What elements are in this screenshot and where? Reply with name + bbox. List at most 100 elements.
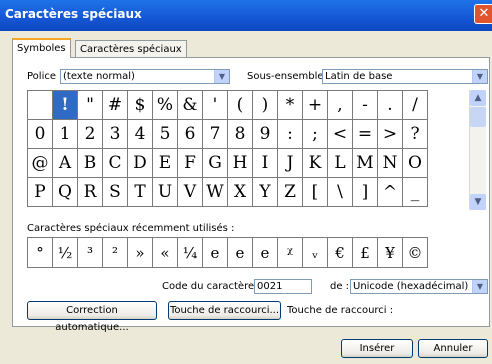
- symbol-cell[interactable]: K: [302, 148, 328, 178]
- symbol-cell[interactable]: Q: [52, 177, 78, 207]
- symbol-cell[interactable]: I: [252, 148, 278, 178]
- arrow-up-icon[interactable]: ▲: [470, 90, 486, 106]
- symbol-cell[interactable]: S: [102, 177, 128, 207]
- symbol-cell[interactable]: ^: [377, 177, 403, 207]
- symbol-cell[interactable]: T: [127, 177, 153, 207]
- symbol-cell[interactable]: D: [127, 148, 153, 178]
- symbol-cell[interactable]: ;: [302, 119, 328, 149]
- recent-symbol-cell[interactable]: e: [202, 237, 228, 268]
- symbol-grid-scrollbar[interactable]: ▲ ▼: [469, 90, 486, 210]
- symbol-cell[interactable]: ]: [352, 177, 378, 207]
- cancel-button[interactable]: Annuler: [418, 339, 488, 358]
- recent-symbol-cell[interactable]: £: [352, 237, 378, 268]
- symbol-cell[interactable]: %: [152, 90, 178, 120]
- symbol-cell[interactable]: .: [377, 90, 403, 120]
- symbol-cell[interactable]: &: [177, 90, 203, 120]
- symbol-cell[interactable]: #: [102, 90, 128, 120]
- symbol-cell[interactable]: J: [277, 148, 303, 178]
- symbol-cell[interactable]: ,: [327, 90, 353, 120]
- symbol-cell[interactable]: 5: [152, 119, 178, 149]
- symbol-cell[interactable]: A: [52, 148, 78, 178]
- recent-symbol-cell[interactable]: ²: [102, 237, 128, 268]
- symbol-cell[interactable]: V: [177, 177, 203, 207]
- symbol-cell[interactable]: N: [377, 148, 403, 178]
- chevron-down-icon[interactable]: ▼: [472, 280, 487, 293]
- chevron-down-icon[interactable]: ▼: [472, 70, 487, 83]
- recent-symbol-cell[interactable]: ¼: [177, 237, 203, 268]
- symbol-cell[interactable]: $: [127, 90, 153, 120]
- recent-symbol-cell[interactable]: ᵥ: [302, 237, 328, 268]
- symbol-cell[interactable]: -: [352, 90, 378, 120]
- symbol-cell[interactable]: H: [227, 148, 253, 178]
- symbol-cell[interactable]: Y: [252, 177, 278, 207]
- symbol-cell[interactable]: 8: [227, 119, 253, 149]
- font-select-value: (texte normal): [63, 71, 135, 82]
- symbol-cell[interactable]: =: [352, 119, 378, 149]
- symbol-cell[interactable]: @: [27, 148, 53, 178]
- symbol-cell[interactable]: 1: [52, 119, 78, 149]
- symbol-cell[interactable]: 6: [177, 119, 203, 149]
- tab-caracteres-speciaux[interactable]: Caractères spéciaux: [75, 40, 187, 57]
- insert-button[interactable]: Insérer: [341, 339, 413, 358]
- symbol-cell[interactable]: 4: [127, 119, 153, 149]
- symbol-cell[interactable]: L: [327, 148, 353, 178]
- symbol-cell[interactable]: 7: [202, 119, 228, 149]
- recent-symbol-cell[interactable]: ᵡ: [277, 237, 303, 268]
- symbol-cell[interactable]: G: [202, 148, 228, 178]
- chevron-down-icon[interactable]: ▼: [214, 70, 229, 83]
- recent-symbol-cell[interactable]: ³: [77, 237, 103, 268]
- symbol-cell[interactable]: +: [302, 90, 328, 120]
- recent-symbol-cell[interactable]: e: [252, 237, 278, 268]
- symbol-cell[interactable]: C: [102, 148, 128, 178]
- shortcut-key-button[interactable]: Touche de raccourci...: [168, 301, 281, 320]
- recent-symbol-cell[interactable]: «: [152, 237, 178, 268]
- symbol-cell[interactable]: _: [402, 177, 428, 207]
- symbol-cell-selected[interactable]: !: [52, 90, 78, 120]
- symbol-cell[interactable]: W: [202, 177, 228, 207]
- close-icon[interactable]: ✕: [474, 4, 492, 24]
- symbol-cell[interactable]: /: [402, 90, 428, 120]
- symbol-cell[interactable]: Z: [277, 177, 303, 207]
- symbol-cell[interactable]: U: [152, 177, 178, 207]
- symbol-cell[interactable]: [: [302, 177, 328, 207]
- recent-symbol-cell[interactable]: €: [327, 237, 353, 268]
- symbol-cell[interactable]: 2: [77, 119, 103, 149]
- symbol-cell[interactable]: 3: [102, 119, 128, 149]
- symbol-cell[interactable]: R: [77, 177, 103, 207]
- symbol-cell[interactable]: 0: [27, 119, 53, 149]
- symbol-cell[interactable]: <: [327, 119, 353, 149]
- symbol-cell[interactable]: O: [402, 148, 428, 178]
- symbol-cell[interactable]: [27, 90, 53, 120]
- recent-symbol-cell[interactable]: ¥: [377, 237, 403, 268]
- autocorrect-button[interactable]: Correction automatique...: [27, 301, 157, 333]
- symbol-cell[interactable]: *: [277, 90, 303, 120]
- symbol-cell[interactable]: >: [377, 119, 403, 149]
- symbol-cell[interactable]: ": [77, 90, 103, 120]
- arrow-down-icon[interactable]: ▼: [470, 194, 486, 210]
- symbol-cell[interactable]: P: [27, 177, 53, 207]
- symbol-cell[interactable]: 9: [252, 119, 278, 149]
- symbol-cell[interactable]: B: [77, 148, 103, 178]
- symbol-cell[interactable]: X: [227, 177, 253, 207]
- symbol-cell[interactable]: ?: [402, 119, 428, 149]
- symbol-cell[interactable]: ': [202, 90, 228, 120]
- symbol-cell[interactable]: :: [277, 119, 303, 149]
- symbol-cell[interactable]: \: [327, 177, 353, 207]
- symbol-cell[interactable]: (: [227, 90, 253, 120]
- recent-symbol-cell[interactable]: e: [227, 237, 253, 268]
- recent-symbol-cell[interactable]: °: [27, 237, 53, 268]
- subset-select[interactable]: Latin de base ▼: [322, 69, 488, 84]
- window-title: Caractères spéciaux: [5, 7, 142, 21]
- symbol-cell[interactable]: M: [352, 148, 378, 178]
- symbol-cell[interactable]: F: [177, 148, 203, 178]
- scrollbar-thumb[interactable]: [470, 107, 486, 127]
- recent-symbol-cell[interactable]: »: [127, 237, 153, 268]
- symbol-cell[interactable]: ): [252, 90, 278, 120]
- tab-symboles[interactable]: Symboles: [12, 38, 71, 58]
- symbol-cell[interactable]: E: [152, 148, 178, 178]
- font-select[interactable]: (texte normal) ▼: [60, 69, 230, 84]
- char-code-input[interactable]: 0021: [254, 279, 312, 294]
- recent-symbol-cell[interactable]: ©: [402, 237, 428, 268]
- from-select[interactable]: Unicode (hexadécimal) ▼: [350, 279, 488, 294]
- recent-symbol-cell[interactable]: ½: [52, 237, 78, 268]
